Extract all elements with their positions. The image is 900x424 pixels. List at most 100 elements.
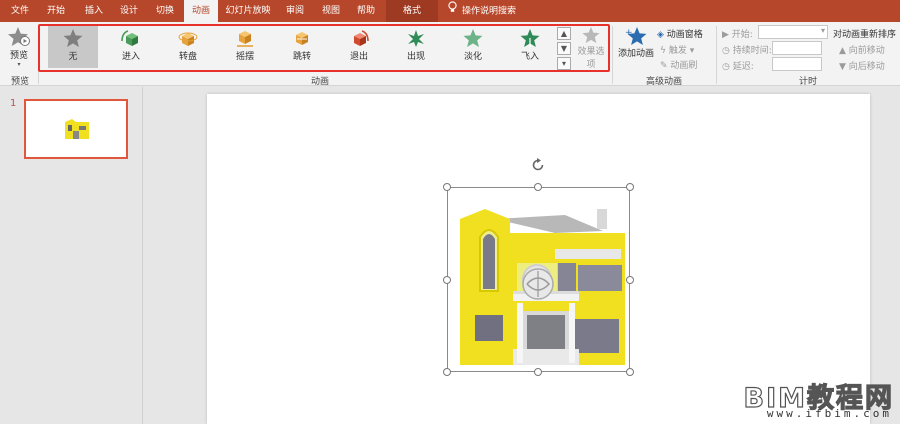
animation-label: 淡化 [463,52,482,62]
move-earlier-button[interactable]: ▲ 向前移动 [839,43,885,56]
lightning-icon: ϟ [660,46,666,56]
advanced-animation-group-label: 高级动画 [645,77,682,87]
cube-exit-icon [354,30,369,46]
tab-insert[interactable]: 插入 [78,0,110,22]
ribbon-tab-bar: 文件 开始 插入 设计 切换 动画 幻灯片放映 审阅 视图 帮助 格式 操作说明… [0,0,900,22]
clock-icon: ◷ [722,62,730,72]
gallery-expand[interactable]: ▾ [557,57,571,70]
animation-label: 跳转 [292,52,311,62]
tab-file[interactable]: 文件 [6,0,34,22]
slide-number: 1 [10,98,17,109]
tab-review[interactable]: 审阅 [279,0,311,22]
ribbon: 预览 ▾ 预览 无 进入 转盘 摇摆 跳转 退出 出现 淡化 飞入 ▲ ▼ ▾ … [0,22,900,87]
animation-label: 出现 [406,52,425,62]
animation-enter[interactable]: 进入 [106,26,156,68]
preview-label: 预览 [9,51,28,61]
cube-swing-icon [237,31,253,47]
arrow-down-icon: ▼ [839,62,846,72]
chevron-down-icon: ▾ [820,26,825,35]
delay-stepper[interactable] [772,57,822,71]
lightbulb-icon [448,0,458,22]
tab-format[interactable]: 格式 [386,0,438,22]
animation-group-label: 动画 [310,77,329,87]
animation-pane-icon: ◈ [657,30,664,40]
gallery-scroll-down[interactable]: ▼ [557,42,571,55]
trigger-button[interactable]: ϟ 触发 ▾ [660,43,694,56]
tab-transitions[interactable]: 切换 [149,0,181,22]
animation-fade[interactable]: 淡化 [448,26,498,68]
animation-none[interactable]: 无 [48,26,98,68]
animation-label: 转盘 [178,52,197,62]
timing-group-label: 计时 [798,77,817,87]
animation-indicator-icon [522,268,554,300]
cube-enter-icon [121,30,138,46]
resize-handle[interactable] [443,276,451,284]
resize-handle[interactable] [443,183,451,191]
tab-help[interactable]: 帮助 [350,0,382,22]
add-animation-icon: + [625,27,647,45]
animation-painter-label: 动画刷 [670,61,698,71]
tell-me-search[interactable]: 操作说明搜索 [448,0,558,22]
animation-label: 无 [68,52,78,62]
animation-label: 退出 [349,52,368,62]
animation-spin[interactable]: 转盘 [163,26,213,68]
preview-group-label: 预览 [10,77,29,87]
watermark-url: www.ifbim.com [766,407,892,420]
animation-appear[interactable]: 出现 [391,26,441,68]
start-select[interactable]: ▾ [758,25,828,39]
animation-fly-in[interactable]: 飞入 [505,26,555,68]
animation-pane-button[interactable]: ◈ 动画窗格 [657,27,703,40]
resize-handle[interactable] [626,276,634,284]
delay-label: ◷ 延迟: [722,62,754,72]
effect-options-icon [582,26,600,44]
resize-handle[interactable] [443,368,451,376]
cube-spin-icon [178,32,198,46]
move-later-button[interactable]: ▼ 向后移动 [839,59,885,72]
tell-me-label: 操作说明搜索 [462,6,517,17]
animation-pane-label: 动画窗格 [666,30,703,40]
star-fly-icon [520,29,540,47]
animation-label: 进入 [121,52,140,62]
preview-star-icon [8,27,30,46]
duration-label: ◷ 持续时间: [722,46,772,56]
resize-handle[interactable] [534,183,542,191]
animation-painter-button[interactable]: ✎ 动画刷 [660,58,697,71]
resize-handle[interactable] [534,368,542,376]
thumbnail-building-image [65,119,89,139]
tab-home[interactable]: 开始 [40,0,72,22]
effect-options-button[interactable]: 效果选项 [574,26,608,70]
gallery-scroll-up[interactable]: ▲ [557,27,571,40]
slide-thumbnail[interactable] [24,99,128,159]
cube-jump-icon [296,32,308,45]
animation-label: 摇摆 [235,52,254,62]
rotate-handle-icon[interactable] [530,157,546,173]
tab-animations[interactable]: 动画 [184,0,218,22]
tab-design[interactable]: 设计 [113,0,145,22]
animation-label: 飞入 [520,52,539,62]
tab-slideshow[interactable]: 幻灯片放映 [222,0,274,22]
svg-text:+: + [625,28,633,38]
play-icon: ▶ [722,30,729,40]
star-fade-icon [463,29,483,47]
arrow-up-icon: ▲ [839,46,846,56]
tab-view[interactable]: 视图 [315,0,347,22]
resize-handle[interactable] [626,368,634,376]
animation-exit[interactable]: 退出 [334,26,384,68]
add-animation-button[interactable]: + 添加动画 [616,26,656,70]
resize-handle[interactable] [626,183,634,191]
burst-star-icon [408,30,424,47]
duration-stepper[interactable] [772,41,822,55]
reorder-title: 对动画重新排序 [833,30,897,40]
animation-jump[interactable]: 跳转 [277,26,327,68]
start-label: ▶ 开始: [722,30,753,40]
trigger-label: 触发 [668,46,687,56]
preview-button[interactable]: 预览 ▾ [4,26,34,68]
animation-swing[interactable]: 摇摆 [220,26,270,68]
chevron-down-icon: ▾ [17,61,21,68]
star-gray-icon [63,29,83,47]
add-animation-label: 添加动画 [617,49,654,59]
watermark: BIM教程网 www.ifbim.com [730,372,900,424]
clock-icon: ◷ [722,46,730,56]
effect-options-label: 效果选项 [577,47,605,70]
brush-icon: ✎ [660,61,668,71]
